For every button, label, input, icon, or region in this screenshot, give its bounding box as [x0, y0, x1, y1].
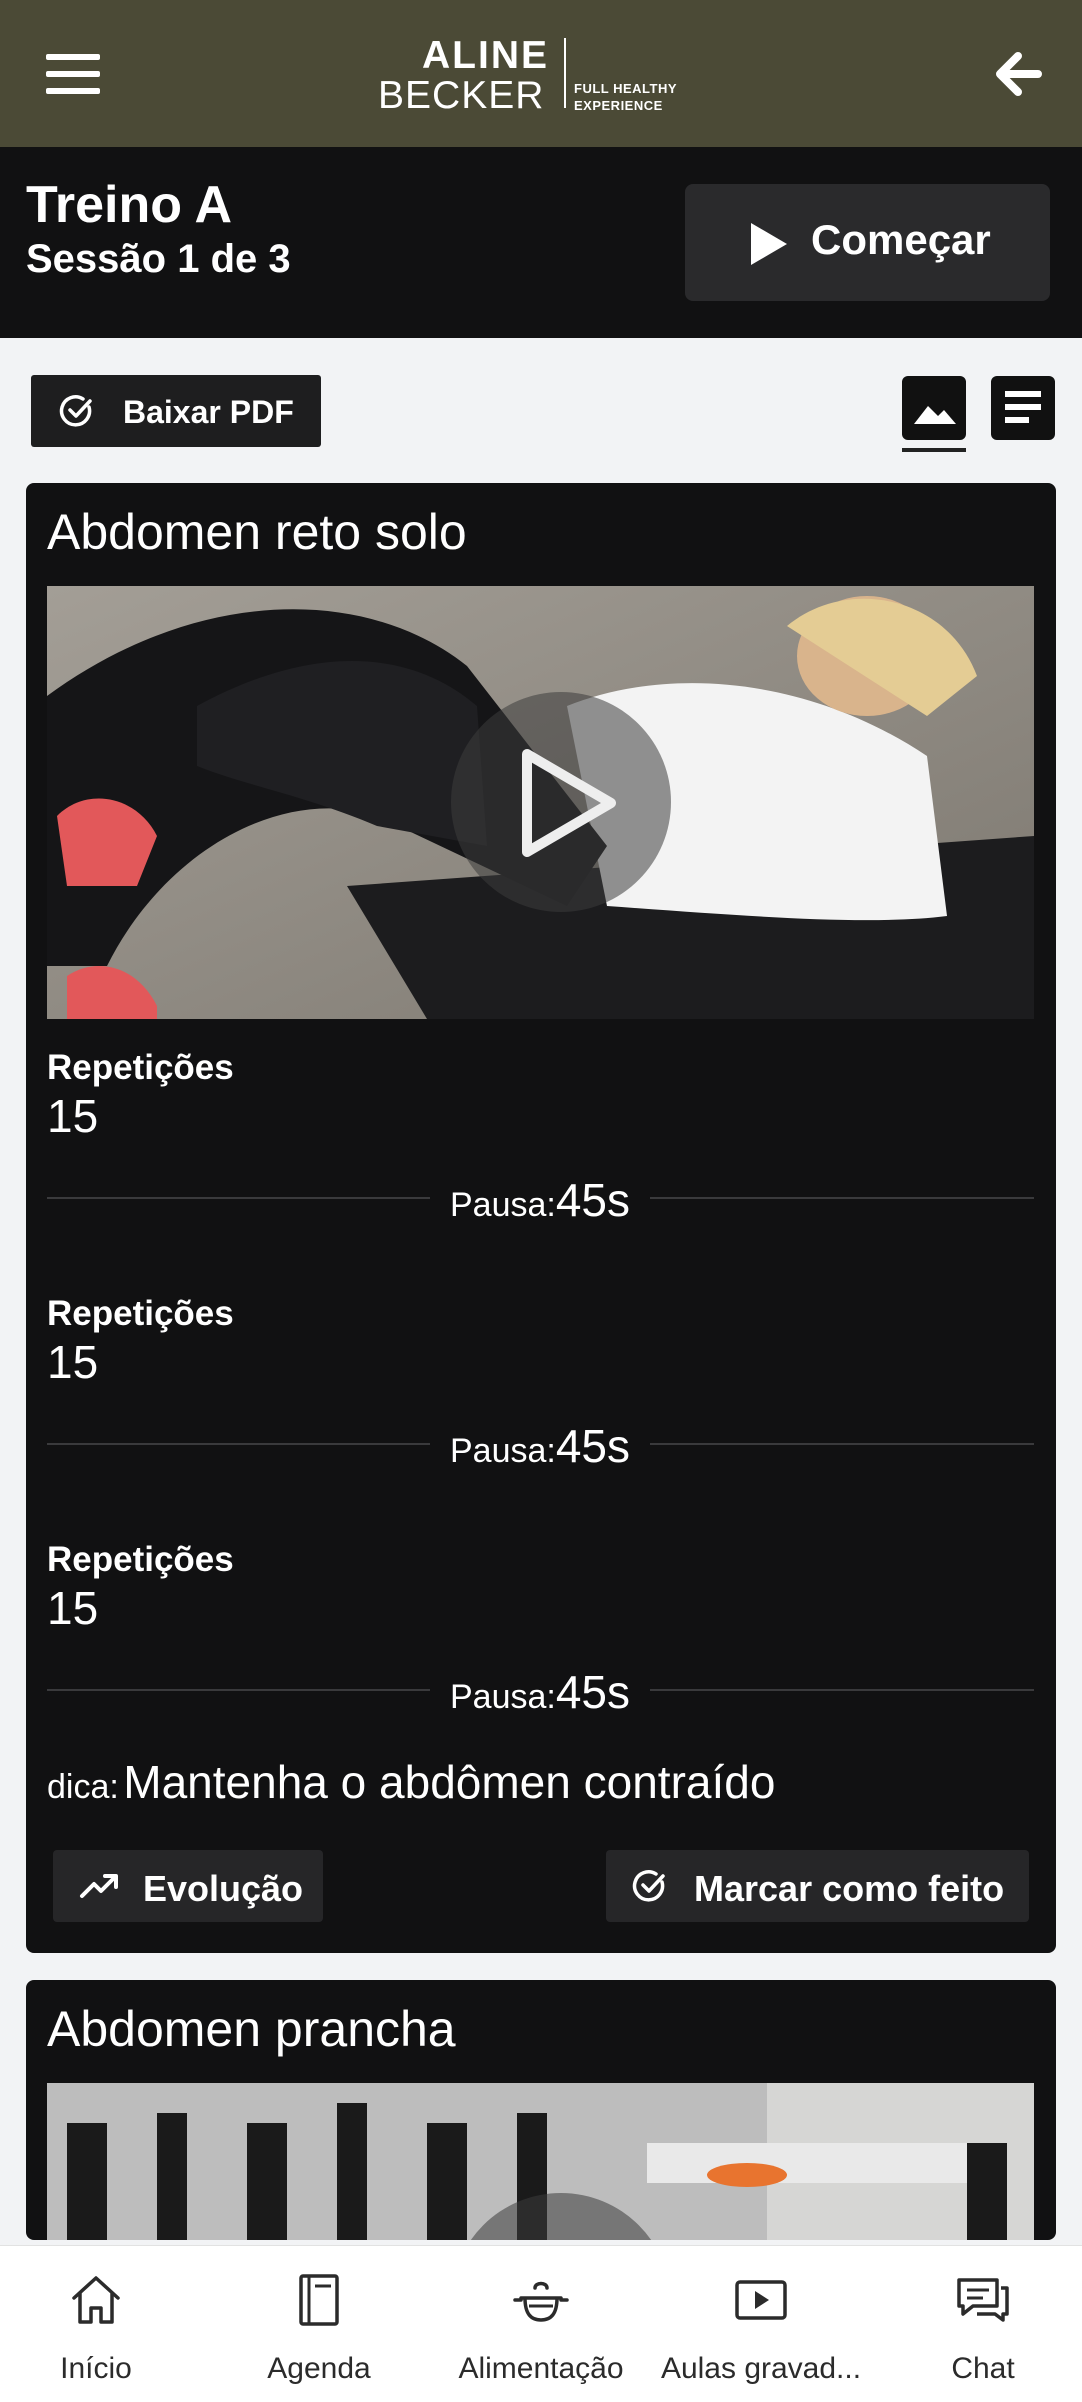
image-view-icon[interactable]: [902, 376, 966, 440]
nav-item-chat[interactable]: Chat: [875, 2246, 1082, 2402]
nav-item-agenda[interactable]: Agenda: [211, 2246, 427, 2402]
mark-done-button[interactable]: Marcar como feito: [606, 1850, 1029, 1922]
logo-line-2: BECKER: [378, 74, 545, 117]
app-header: ALINE BECKER FULL HEALTHY EXPERIENCE: [0, 0, 1082, 147]
pause-value: 45s: [555, 1174, 631, 1226]
active-view-indicator: [902, 448, 966, 452]
nav-item-home[interactable]: Início: [0, 2246, 204, 2402]
repetitions-value: 15: [47, 1336, 99, 1388]
workout-title: Treino A: [26, 176, 233, 234]
session-header: Treino A Sessão 1 de 3 Começar: [0, 147, 1082, 338]
logo-tagline: FULL HEALTHY EXPERIENCE: [574, 80, 677, 114]
notebook-icon: [299, 2274, 339, 2326]
exercise-card: Abdomen prancha: [26, 1980, 1056, 2240]
pause-text: Pausa:45s: [430, 1419, 650, 1473]
exercise-name: Abdomen reto solo: [47, 504, 467, 560]
brand-logo: ALINE BECKER FULL HEALTHY EXPERIENCE: [378, 34, 708, 117]
repetitions-value: 15: [47, 1582, 99, 1634]
exercise-video[interactable]: [47, 586, 1034, 1019]
check-circle-icon: [632, 1870, 665, 1902]
logo-tag-1: FULL HEALTHY: [574, 81, 678, 96]
exercise-card: Abdomen reto solo Repetições 15 Pausa:45…: [26, 483, 1056, 1953]
pause-text: Pausa:45s: [430, 1173, 650, 1227]
check-circle-icon: [59, 395, 92, 427]
logo-tag-2: EXPERIENCE: [574, 98, 663, 113]
pause-label: Pausa:: [449, 1186, 556, 1224]
nav-label-agenda: Agenda: [267, 2352, 371, 2385]
repetitions-label: Repetições: [47, 1294, 234, 1333]
back-arrow-icon[interactable]: [988, 44, 1048, 104]
evolution-label: Evolução: [143, 1868, 304, 1909]
chat-icon: [957, 2278, 1009, 2322]
pause-label: Pausa:: [449, 1432, 556, 1470]
trending-up-icon: [80, 1874, 118, 1898]
video-icon: [735, 2280, 787, 2320]
start-button[interactable]: Começar: [685, 184, 1050, 301]
exercise-name: Abdomen prancha: [47, 2001, 456, 2057]
session-counter: Sessão 1 de 3: [26, 237, 291, 281]
mark-done-label: Marcar como feito: [694, 1868, 1005, 1909]
bottom-navigation: Início Agenda Alimentação Aulas gravad..…: [0, 2245, 1082, 2402]
repetitions-label: Repetições: [47, 1048, 234, 1087]
nav-item-food[interactable]: Alimentação: [433, 2246, 649, 2402]
download-pdf-button[interactable]: Baixar PDF: [31, 375, 321, 447]
evolution-button[interactable]: Evolução: [53, 1850, 323, 1922]
pause-value: 45s: [555, 1666, 631, 1718]
pause-label: Pausa:: [449, 1678, 556, 1716]
nav-label-chat: Chat: [951, 2352, 1015, 2385]
nav-item-recorded-classes[interactable]: Aulas gravad...: [653, 2246, 869, 2402]
play-icon: [522, 749, 616, 857]
exercise-tip: dica: Mantenha o abdômen contraído: [47, 1755, 775, 1809]
play-button[interactable]: [451, 692, 671, 912]
logo-separator: [564, 38, 566, 108]
menu-icon[interactable]: [46, 54, 100, 94]
download-pdf-label: Baixar PDF: [123, 394, 294, 430]
exercise-video[interactable]: [47, 2083, 1034, 2240]
tip-label: dica:: [47, 1768, 119, 1806]
start-button-label: Começar: [811, 216, 991, 263]
repetitions-value: 15: [47, 1090, 99, 1142]
nav-label-home: Início: [60, 2352, 132, 2385]
home-icon: [72, 2276, 120, 2324]
nav-label-food: Alimentação: [458, 2352, 624, 2385]
list-view-icon[interactable]: [991, 376, 1055, 440]
pause-text: Pausa:45s: [430, 1665, 650, 1719]
tip-text: Mantenha o abdômen contraído: [123, 1756, 776, 1808]
logo-line-1: ALINE: [422, 34, 549, 77]
repetitions-label: Repetições: [47, 1540, 234, 1579]
food-pot-icon: [513, 2281, 569, 2322]
play-icon: [751, 223, 787, 265]
pause-value: 45s: [555, 1420, 631, 1472]
nav-label-recorded-classes: Aulas gravad...: [660, 2352, 862, 2385]
